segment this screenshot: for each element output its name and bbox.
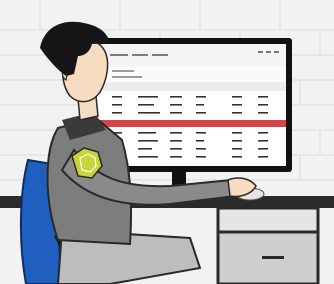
- table-header-row: [90, 82, 286, 91]
- cabinet: [216, 206, 320, 284]
- illustration-scene: [0, 0, 334, 284]
- highlighted-table-row: [90, 120, 286, 127]
- cabinet-handle: [262, 256, 284, 259]
